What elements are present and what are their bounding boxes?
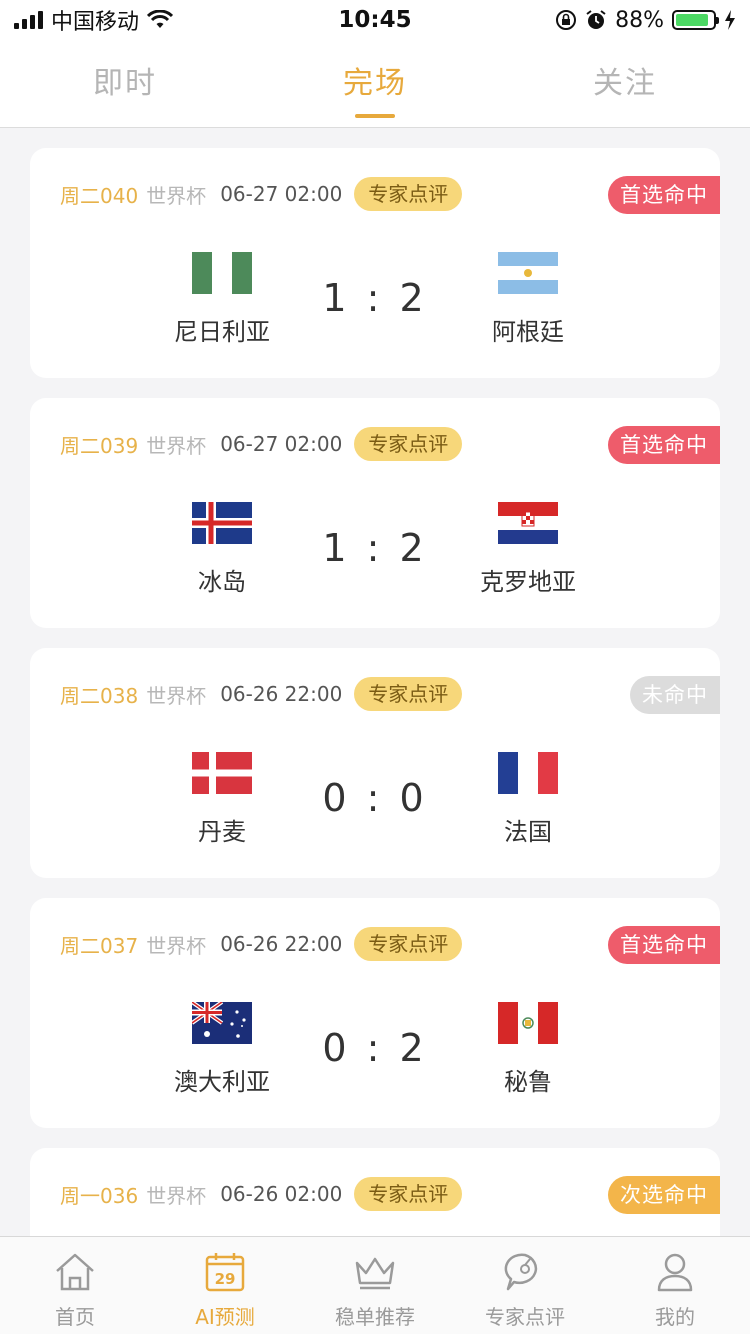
match-header: 周一036 世界杯 06-26 02:00 专家点评 bbox=[60, 1176, 463, 1212]
calendar-day-text: 29 bbox=[215, 1270, 236, 1288]
home-team-name: 丹麦 bbox=[198, 818, 246, 846]
away-team-name: 克罗地亚 bbox=[480, 568, 576, 596]
nav-expert-review[interactable]: 专家点评 bbox=[450, 1237, 600, 1334]
alarm-icon bbox=[586, 10, 606, 29]
status-bar-left: 中国移动 bbox=[14, 4, 174, 36]
match-number: 周二039 bbox=[60, 433, 139, 458]
home-team-name: 澳大利亚 bbox=[174, 1068, 270, 1096]
orientation-lock-icon bbox=[556, 10, 577, 30]
nav-label: 首页 bbox=[55, 1305, 95, 1329]
match-card[interactable]: 周二039 世界杯 06-27 02:00 专家点评 首选命中 冰岛 1 : 2… bbox=[30, 398, 720, 628]
match-time: 06-27 02:00 bbox=[220, 182, 343, 206]
wifi-icon bbox=[147, 10, 174, 28]
match-score: 1 : 2 bbox=[322, 526, 428, 570]
match-list: 周二040 世界杯 06-27 02:00 专家点评 首选命中 尼日利亚 1 :… bbox=[30, 148, 720, 1334]
match-time: 06-26 22:00 bbox=[220, 932, 343, 956]
result-badge: 首选命中 bbox=[608, 426, 720, 464]
charging-icon bbox=[725, 10, 735, 30]
result-badge: 次选命中 bbox=[608, 1176, 720, 1214]
match-header: 周二039 世界杯 06-27 02:00 专家点评 bbox=[60, 426, 463, 462]
bottom-nav: 首页 29 AI预测 稳单推荐 专家点评 我的 bbox=[0, 1236, 750, 1334]
top-tab-bar: 即时 完场 关注 bbox=[0, 40, 750, 128]
match-number: 周二040 bbox=[60, 183, 139, 208]
league-name: 世界杯 bbox=[146, 683, 207, 708]
battery-percent: 88% bbox=[615, 7, 664, 33]
away-team: 克罗地亚 bbox=[448, 502, 608, 597]
iceland-flag-icon bbox=[192, 502, 252, 544]
match-card[interactable]: 周二037 世界杯 06-26 22:00 专家点评 首选命中 澳大利亚 0 :… bbox=[30, 898, 720, 1128]
result-badge: 未命中 bbox=[630, 676, 720, 714]
battery-icon bbox=[672, 10, 719, 30]
match-card[interactable]: 周二040 世界杯 06-27 02:00 专家点评 首选命中 尼日利亚 1 :… bbox=[30, 148, 720, 378]
nav-label: AI预测 bbox=[195, 1305, 255, 1329]
home-team: 冰岛 bbox=[142, 502, 302, 597]
match-number: 周二037 bbox=[60, 933, 139, 958]
tab-following[interactable]: 关注 bbox=[573, 40, 677, 128]
result-badge: 首选命中 bbox=[608, 926, 720, 964]
tab-live[interactable]: 即时 bbox=[73, 40, 177, 128]
match-time: 06-27 02:00 bbox=[220, 432, 343, 456]
expert-review-tag[interactable]: 专家点评 bbox=[354, 927, 463, 961]
away-team-name: 法国 bbox=[504, 818, 552, 846]
nav-ai-prediction[interactable]: 29 AI预测 bbox=[150, 1237, 300, 1334]
nav-stable-picks[interactable]: 稳单推荐 bbox=[300, 1237, 450, 1334]
status-bar-right: 88% bbox=[555, 8, 736, 33]
battery-fill bbox=[676, 14, 708, 26]
league-name: 世界杯 bbox=[146, 933, 207, 958]
france-flag-icon bbox=[498, 752, 558, 794]
away-team: 阿根廷 bbox=[448, 252, 608, 347]
match-header: 周二040 世界杯 06-27 02:00 专家点评 bbox=[60, 176, 463, 212]
league-name: 世界杯 bbox=[146, 1183, 207, 1208]
match-card[interactable]: 周二038 世界杯 06-26 22:00 专家点评 未命中 丹麦 0 : 0 … bbox=[30, 648, 720, 878]
nav-label: 稳单推荐 bbox=[335, 1305, 415, 1329]
crown-icon bbox=[355, 1257, 395, 1290]
league-name: 世界杯 bbox=[146, 183, 207, 208]
away-team: 秘鲁 bbox=[448, 1002, 608, 1097]
match-number: 周二038 bbox=[60, 683, 139, 708]
peru-flag-icon bbox=[498, 1002, 558, 1044]
user-icon bbox=[657, 1253, 693, 1292]
nav-profile[interactable]: 我的 bbox=[600, 1237, 750, 1334]
nav-label: 专家点评 bbox=[485, 1305, 565, 1329]
nav-label: 我的 bbox=[655, 1305, 695, 1329]
away-team-name: 阿根廷 bbox=[492, 318, 564, 346]
nav-home[interactable]: 首页 bbox=[0, 1237, 150, 1334]
argentina-flag-icon bbox=[498, 252, 558, 294]
status-bar: 中国移动 10:45 88% bbox=[0, 0, 750, 40]
carrier-name: 中国移动 bbox=[51, 10, 140, 35]
denmark-flag-icon bbox=[192, 752, 252, 794]
nigeria-flag-icon bbox=[192, 252, 252, 294]
home-team-name: 尼日利亚 bbox=[174, 318, 270, 346]
expert-review-tag[interactable]: 专家点评 bbox=[354, 177, 463, 211]
match-header: 周二038 世界杯 06-26 22:00 专家点评 bbox=[60, 676, 463, 712]
expert-review-tag[interactable]: 专家点评 bbox=[354, 427, 463, 461]
calendar-29-icon: 29 bbox=[205, 1253, 245, 1292]
croatia-flag-icon bbox=[498, 502, 558, 544]
match-header: 周二037 世界杯 06-26 22:00 专家点评 bbox=[60, 926, 463, 962]
result-badge: 首选命中 bbox=[608, 176, 720, 214]
match-time: 06-26 02:00 bbox=[220, 1182, 343, 1206]
league-name: 世界杯 bbox=[146, 433, 207, 458]
away-team-name: 秘鲁 bbox=[504, 1068, 552, 1096]
home-team-name: 冰岛 bbox=[198, 568, 246, 596]
home-team: 尼日利亚 bbox=[142, 252, 302, 347]
match-time: 06-26 22:00 bbox=[220, 682, 343, 706]
expert-review-tag[interactable]: 专家点评 bbox=[354, 1177, 463, 1211]
match-score: 0 : 0 bbox=[322, 776, 428, 820]
home-team: 丹麦 bbox=[142, 752, 302, 847]
signal-icon bbox=[14, 11, 43, 29]
comment-icon bbox=[504, 1253, 538, 1291]
match-number: 周一036 bbox=[60, 1183, 139, 1208]
tab-finished[interactable]: 完场 bbox=[323, 40, 427, 128]
away-team: 法国 bbox=[448, 752, 608, 847]
australia-flag-icon bbox=[192, 1002, 252, 1044]
match-score: 0 : 2 bbox=[322, 1026, 428, 1070]
expert-review-tag[interactable]: 专家点评 bbox=[354, 677, 463, 711]
match-score: 1 : 2 bbox=[322, 276, 428, 320]
home-team: 澳大利亚 bbox=[142, 1002, 302, 1097]
home-icon bbox=[56, 1253, 94, 1291]
